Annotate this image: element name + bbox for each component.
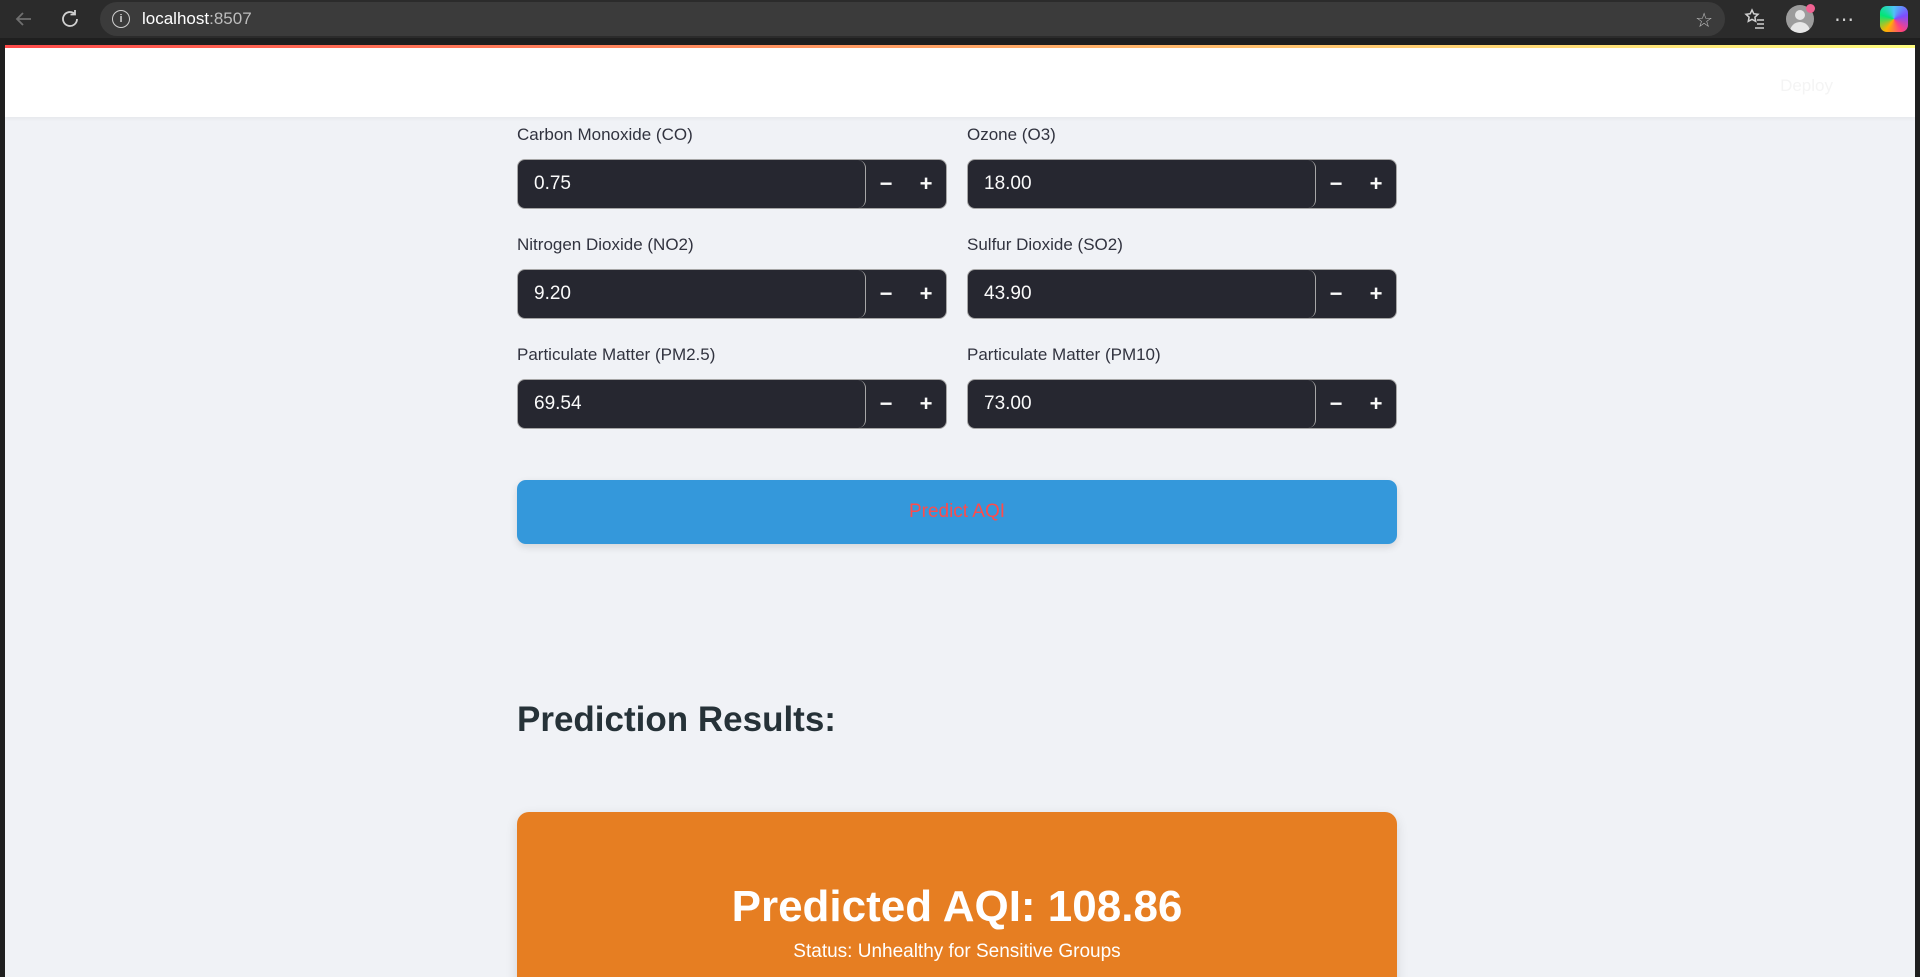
app-header: Deploy [5, 45, 1915, 117]
pm25-number-input[interactable]: 69.54 − + [517, 379, 947, 429]
address-url: localhost:8507 [142, 9, 252, 29]
pm25-value[interactable]: 69.54 [518, 380, 866, 428]
co-number-input[interactable]: 0.75 − + [517, 159, 947, 209]
pm10-value[interactable]: 73.00 [968, 380, 1316, 428]
so2-increment-button[interactable]: + [1356, 270, 1396, 318]
aqi-result-card: Predicted AQI: 108.86 Status: Unhealthy … [517, 812, 1397, 977]
co-value[interactable]: 0.75 [518, 160, 866, 208]
copilot-icon[interactable] [1880, 6, 1908, 32]
so2-value[interactable]: 43.90 [968, 270, 1316, 318]
co-decrement-button[interactable]: − [866, 160, 906, 208]
notification-dot [1806, 4, 1815, 13]
predicted-aqi-text: Predicted AQI: 108.86 [731, 882, 1183, 931]
header-decoration [5, 45, 1915, 48]
predict-aqi-button[interactable]: Predict AQI [517, 480, 1397, 544]
favorites-list-icon[interactable] [1739, 4, 1771, 34]
so2-decrement-button[interactable]: − [1316, 270, 1356, 318]
more-menu-icon[interactable]: ⋯ [1828, 4, 1860, 34]
pm25-increment-button[interactable]: + [906, 380, 946, 428]
no2-decrement-button[interactable]: − [866, 270, 906, 318]
site-info-icon[interactable]: i [112, 10, 130, 28]
no2-label: Nitrogen Dioxide (NO2) [517, 235, 694, 254]
url-port: :8507 [209, 9, 252, 28]
aqi-status-text: Status: Unhealthy for Sensitive Groups [793, 941, 1121, 962]
back-arrow-icon[interactable] [6, 3, 42, 35]
reload-icon[interactable] [52, 3, 88, 35]
o3-value[interactable]: 18.00 [968, 160, 1316, 208]
co-label: Carbon Monoxide (CO) [517, 125, 693, 144]
co-increment-button[interactable]: + [906, 160, 946, 208]
o3-increment-button[interactable]: + [1356, 160, 1396, 208]
so2-number-input[interactable]: 43.90 − + [967, 269, 1397, 319]
no2-increment-button[interactable]: + [906, 270, 946, 318]
no2-value[interactable]: 9.20 [518, 270, 866, 318]
pm10-increment-button[interactable]: + [1356, 380, 1396, 428]
url-host: localhost [142, 9, 210, 28]
pm25-label: Particulate Matter (PM2.5) [517, 345, 716, 364]
page-viewport: Deploy Carbon Monoxide (CO) 0.75 − + Ozo… [5, 45, 1915, 977]
o3-decrement-button[interactable]: − [1316, 160, 1356, 208]
pm10-label: Particulate Matter (PM10) [967, 345, 1161, 364]
pm25-decrement-button[interactable]: − [866, 380, 906, 428]
no2-number-input[interactable]: 9.20 − + [517, 269, 947, 319]
favorite-star-icon[interactable]: ☆ [1695, 8, 1713, 33]
o3-label: Ozone (O3) [967, 125, 1056, 144]
pm10-number-input[interactable]: 73.00 − + [967, 379, 1397, 429]
browser-toolbar: i localhost:8507 ☆ ⋯ [0, 0, 1920, 38]
so2-label: Sulfur Dioxide (SO2) [967, 235, 1123, 254]
deploy-button[interactable]: Deploy [1780, 76, 1833, 96]
address-bar[interactable]: i localhost:8507 ☆ [100, 2, 1725, 36]
results-heading: Prediction Results: [517, 700, 836, 739]
o3-number-input[interactable]: 18.00 − + [967, 159, 1397, 209]
pm10-decrement-button[interactable]: − [1316, 380, 1356, 428]
